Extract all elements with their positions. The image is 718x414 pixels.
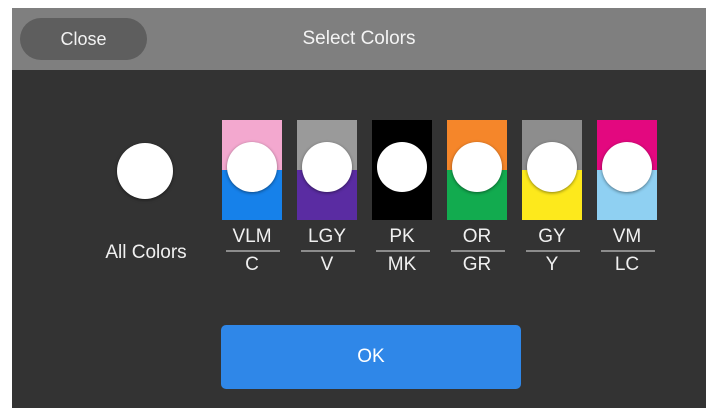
toggle-knob [302,142,352,192]
color-swatch-pk-mk[interactable] [372,120,432,220]
all-colors-toggle[interactable] [117,143,173,199]
label-divider [526,250,580,252]
toggle-knob [527,142,577,192]
channel-vlm-c: VLM C [222,120,284,276]
channel-bottom-label: C [245,254,259,275]
toggle-knob [377,142,427,192]
label-divider [376,250,430,252]
label-divider [601,250,655,252]
select-colors-dialog: Close Select Colors All Colors VLM C LGY… [12,8,706,408]
channel-lgy-v: LGY V [297,120,359,276]
channel-vm-lc: VM LC [597,120,659,276]
channel-top-label: VM [612,226,642,247]
channel-bottom-label: V [320,254,334,275]
toggle-knob [452,142,502,192]
channel-top-label: PK [389,226,415,247]
color-swatch-gy-y[interactable] [522,120,582,220]
color-swatch-vm-lc[interactable] [597,120,657,220]
color-swatch-lgy-v[interactable] [297,120,357,220]
channel-or-gr: OR GR [447,120,509,276]
color-swatch-or-gr[interactable] [447,120,507,220]
channel-gy-y: GY Y [522,120,584,276]
channel-bottom-label: GR [462,254,492,275]
channel-top-label: OR [462,226,492,247]
ok-button[interactable]: OK [221,325,521,389]
channel-bottom-label: LC [614,254,640,275]
channel-top-label: LGY [307,226,347,247]
all-colors-label: All Colors [105,242,187,263]
title-bar: Close Select Colors [12,8,706,70]
color-swatch-vlm-c[interactable] [222,120,282,220]
label-divider [451,250,505,252]
toggle-knob [602,142,652,192]
channel-bottom-label: Y [545,254,559,275]
channel-pk-mk: PK MK [372,120,434,276]
channel-bottom-label: MK [387,254,417,275]
label-divider [226,250,280,252]
channel-top-label: GY [538,226,566,247]
channel-top-label: VLM [232,226,272,247]
toggle-knob [227,142,277,192]
label-divider [301,250,355,252]
close-button[interactable]: Close [20,18,147,60]
